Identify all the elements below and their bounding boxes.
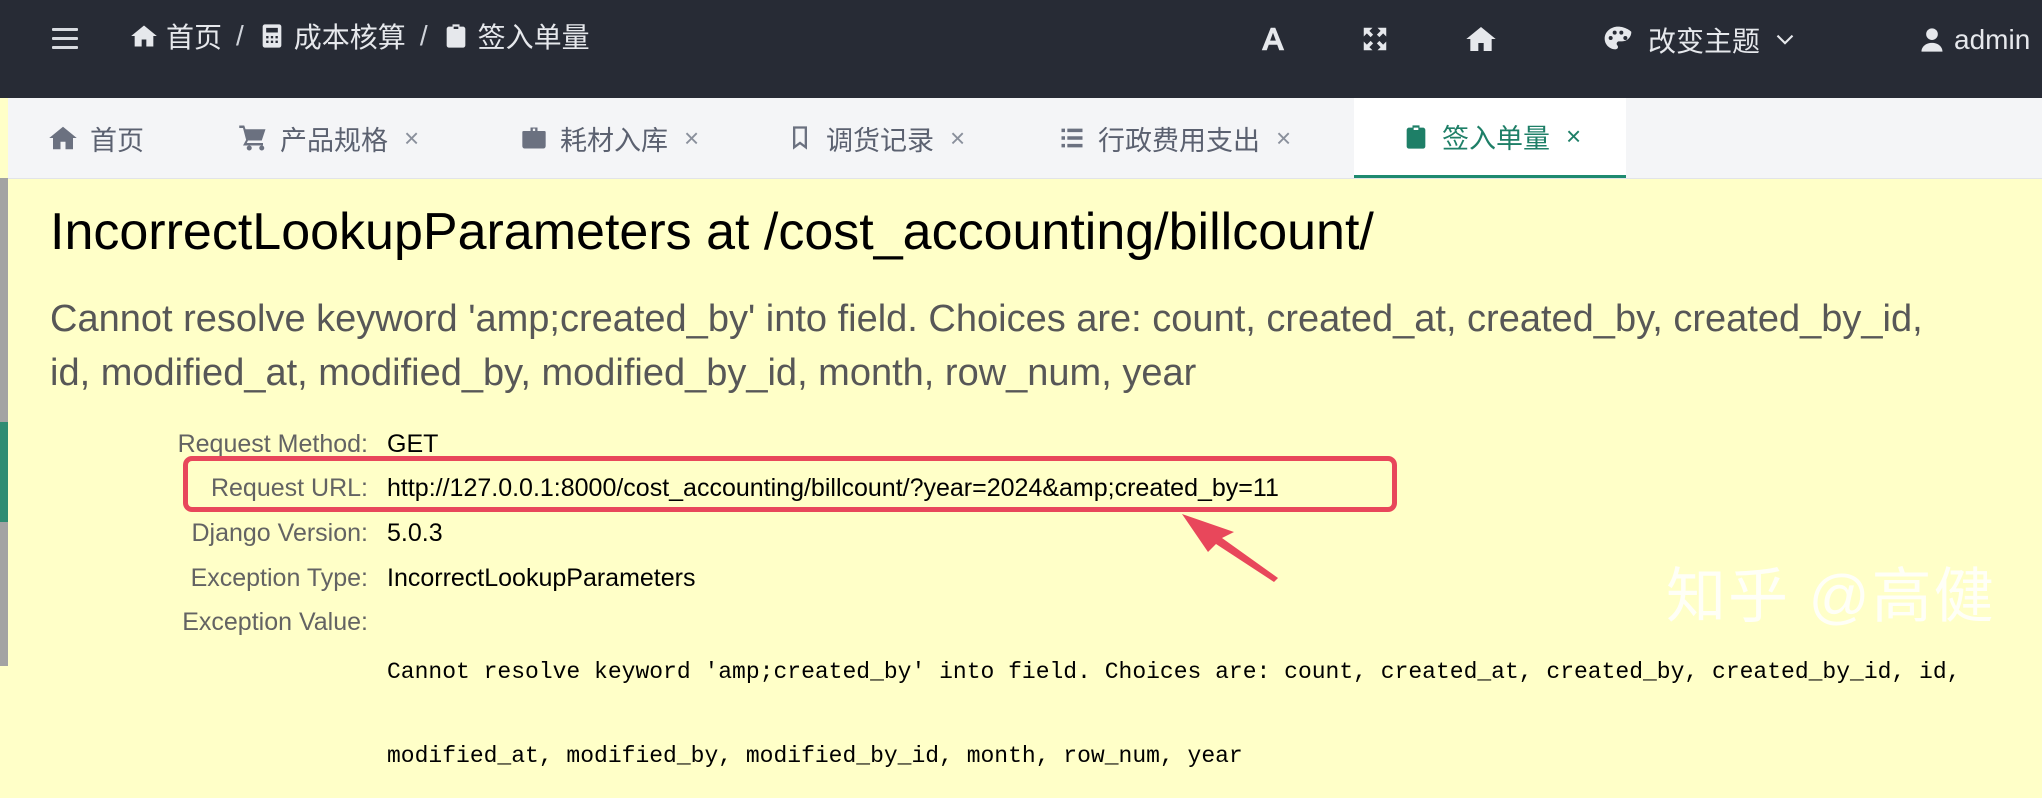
username: admin (1954, 24, 2031, 55)
tab-admin-expenses[interactable]: 行政费用支出 × (1058, 98, 1291, 178)
meta-value: IncorrectLookupParameters (387, 563, 696, 592)
user-icon (1921, 28, 1943, 52)
tab-label: 行政费用支出 (1098, 125, 1260, 156)
meta-row-exception-type: Exception Type: IncorrectLookupParameter… (0, 560, 696, 596)
bookmark-icon (793, 126, 807, 150)
tab-label: 调货记录 (826, 125, 934, 156)
tab-home[interactable]: 首页 (48, 98, 144, 178)
briefcase-icon (522, 127, 546, 149)
annotation-arrow-icon (1182, 514, 1278, 582)
error-message: Cannot resolve keyword 'amp;created_by' … (50, 298, 1923, 394)
close-icon[interactable]: × (1276, 123, 1291, 154)
meta-value: GET (387, 429, 439, 458)
clipboard-icon (446, 24, 465, 48)
home-icon (131, 25, 157, 47)
breadcrumb-item-cost-accounting[interactable]: 成本核算 (258, 16, 406, 56)
tab-label: 首页 (90, 125, 144, 156)
fullscreen-icon[interactable] (1358, 22, 1392, 56)
tab-product-spec[interactable]: 产品规格 × (238, 98, 419, 178)
close-icon[interactable]: × (1566, 121, 1581, 152)
meta-value: 5.0.3 (387, 518, 443, 547)
meta-label: Request Method: (177, 429, 368, 458)
tab-bill-count[interactable]: 签入单量 × (1354, 98, 1626, 178)
tab-label: 耗材入库 (560, 125, 668, 156)
tab-label: 签入单量 (1442, 124, 1550, 154)
user-menu[interactable]: admin (1918, 18, 2030, 62)
exception-value-line: modified_at, modified_by, modified_by_id… (387, 743, 1243, 769)
error-title: IncorrectLookupParameters at /cost_accou… (50, 203, 1374, 261)
meta-row-request-method: Request Method: GET (0, 426, 439, 462)
font-size-icon[interactable] (1256, 22, 1290, 56)
theme-label: 改变主题 (1648, 26, 1761, 57)
close-icon[interactable]: × (404, 123, 419, 154)
tab-transfer-records[interactable]: 调货记录 × (786, 98, 965, 178)
close-icon[interactable]: × (950, 123, 965, 154)
breadcrumb-separator: / (419, 20, 428, 51)
breadcrumb-label: 成本核算 (293, 22, 406, 53)
breadcrumb-item-home[interactable]: 首页 (130, 16, 222, 56)
breadcrumb-label: 首页 (166, 22, 223, 53)
tab-consumables-inbound[interactable]: 耗材入库 × (520, 98, 699, 178)
meta-label: Exception Type: (190, 563, 368, 592)
theme-dropdown[interactable]: 改变主题 (1602, 18, 1796, 62)
tab-label: 产品规格 (280, 125, 388, 156)
close-icon[interactable]: × (684, 123, 699, 154)
exception-value-line: Cannot resolve keyword 'amp;created_by' … (387, 659, 1961, 685)
tab-bar: 首页 产品规格 × 耗材入库 × 调货记录 × 行政费用支出 × 签入单量 × (8, 98, 2042, 179)
palette-icon (1604, 26, 1632, 50)
cart-icon (239, 125, 266, 151)
breadcrumb-separator: / (236, 20, 244, 51)
calculator-icon (262, 24, 282, 48)
clipboard-icon (1406, 124, 1426, 149)
chevron-down-icon (1776, 34, 1794, 45)
breadcrumb-item-bill-count: 签入单量 (442, 16, 590, 56)
meta-row-django-version: Django Version: 5.0.3 (0, 515, 442, 551)
meta-label: Django Version: (191, 518, 368, 547)
meta-row-exception-value: Exception Value: (0, 604, 368, 640)
annotation-highlight-box (183, 456, 1397, 512)
watermark: 知乎 @高健 (1666, 563, 1996, 630)
menu-toggle-icon[interactable] (52, 26, 80, 50)
home-icon (49, 126, 77, 150)
breadcrumb: 首页 / 成本核算 / 签入单量 (130, 14, 590, 58)
home-icon[interactable] (1464, 22, 1498, 56)
top-navbar: 首页 / 成本核算 / 签入单量 改变主题 admin (0, 0, 2042, 98)
list-icon (1061, 128, 1083, 148)
meta-label: Exception Value: (182, 607, 368, 636)
meta-row-request-url: Request URL: http://127.0.0.1:8000/cost_… (0, 470, 1279, 506)
breadcrumb-label: 签入单量 (477, 22, 590, 53)
